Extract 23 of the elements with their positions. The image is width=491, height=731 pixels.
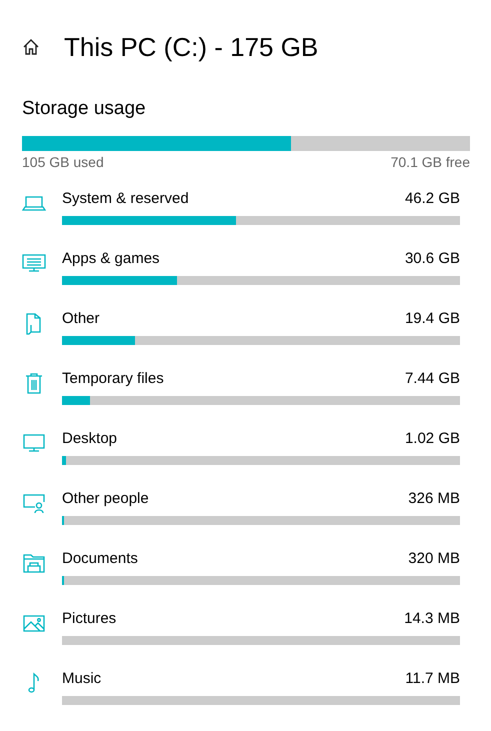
category-name[interactable]: Pictures bbox=[62, 610, 116, 628]
category-size: 11.7 MB bbox=[405, 670, 460, 688]
home-icon[interactable] bbox=[22, 38, 40, 56]
category-name[interactable]: System & reserved bbox=[62, 190, 189, 208]
section-heading: Storage usage bbox=[22, 98, 147, 121]
category-name[interactable]: Apps & games bbox=[62, 250, 160, 268]
category-name[interactable]: Desktop bbox=[62, 430, 118, 448]
category-size: 14.3 MB bbox=[404, 610, 460, 628]
category-name[interactable]: Music bbox=[62, 670, 102, 688]
category-size: 30.6 GB bbox=[404, 250, 460, 268]
category-size: 1.02 GB bbox=[404, 430, 460, 448]
category-size: 320 MB bbox=[408, 550, 460, 568]
category-size: 7.44 GB bbox=[404, 370, 460, 388]
free-label: 70.1 GB free bbox=[390, 154, 470, 170]
page-title: This PC (C:) - 175 GB bbox=[64, 32, 318, 62]
category-name[interactable]: Other people bbox=[62, 490, 149, 508]
used-label: 105 GB used bbox=[22, 154, 104, 170]
category-name[interactable]: Other bbox=[62, 310, 100, 328]
category-size: 46.2 GB bbox=[404, 190, 460, 208]
category-size: 326 MB bbox=[408, 490, 460, 508]
category-name[interactable]: Documents bbox=[62, 550, 138, 568]
category-name[interactable]: Temporary files bbox=[62, 370, 164, 388]
category-size: 19.4 GB bbox=[404, 310, 460, 328]
